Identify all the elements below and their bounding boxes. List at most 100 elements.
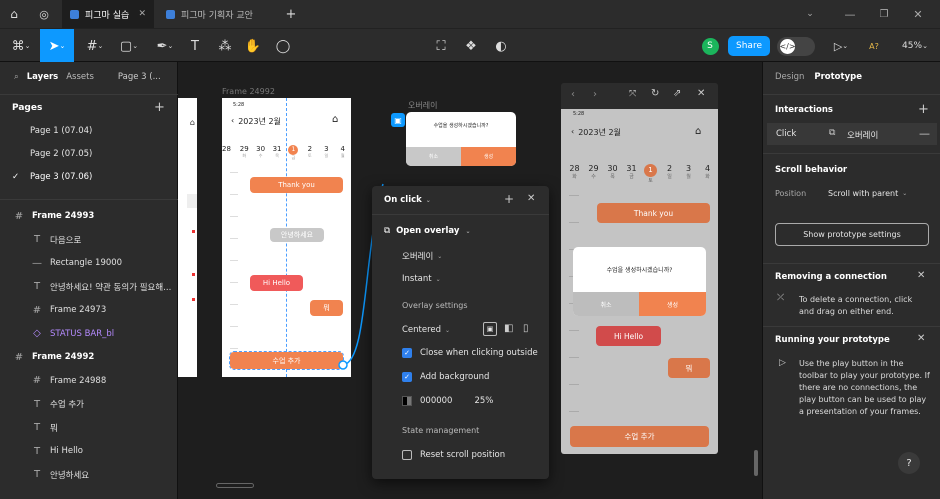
- reset-scroll-option[interactable]: Reset scroll position: [402, 450, 505, 460]
- overlay-dialog[interactable]: 수업을 생성하시겠습니까? 취소 생성: [406, 112, 516, 166]
- align-center-icon[interactable]: ▣: [483, 322, 497, 336]
- tab-prototype[interactable]: Prototype: [814, 72, 862, 82]
- scroll-position-select[interactable]: Scroll with parent ⌄: [828, 189, 907, 198]
- forward-icon[interactable]: ›: [593, 89, 597, 100]
- back-icon[interactable]: ‹: [571, 89, 575, 100]
- close-icon[interactable]: ✕: [917, 270, 925, 281]
- close-window-icon[interactable]: ✕: [908, 0, 928, 28]
- minimize-icon[interactable]: —: [840, 0, 860, 28]
- layer-item[interactable]: T뭐: [0, 417, 178, 439]
- add-action-icon[interactable]: +: [504, 192, 514, 206]
- hi-hello-chip[interactable]: Hi Hello: [596, 326, 661, 346]
- close-icon[interactable]: ✕: [697, 88, 705, 99]
- destination-select[interactable]: 오버레이 ⌄: [402, 250, 442, 262]
- date-cell[interactable]: 30 수: [252, 145, 268, 161]
- layer-item[interactable]: # Frame 24988: [0, 370, 178, 392]
- date-cell[interactable]: 30 목: [603, 164, 622, 184]
- resources-icon[interactable]: ⁂: [214, 29, 236, 63]
- fit-icon[interactable]: ⤧: [629, 89, 636, 99]
- add-class-button[interactable]: 수업 추가: [570, 426, 709, 447]
- open-external-icon[interactable]: ⇗: [673, 88, 681, 99]
- rectangle-tool-icon[interactable]: ▢ ⌄: [114, 29, 144, 63]
- tab-figma-practice[interactable]: 피그마 실습 ✕: [62, 0, 154, 28]
- help-button[interactable]: ?: [898, 452, 920, 474]
- date-cell[interactable]: 31 금: [622, 164, 641, 184]
- date-cell[interactable]: 2토: [302, 145, 318, 161]
- crop-icon[interactable]: ⛶: [430, 29, 452, 63]
- avatar[interactable]: S: [700, 29, 720, 63]
- frame-label[interactable]: Frame 24992: [222, 87, 275, 96]
- layer-item[interactable]: # Frame 24973: [0, 299, 178, 321]
- layer-item[interactable]: T 다음으로: [0, 229, 178, 251]
- add-background-option[interactable]: ✓ Add background: [402, 372, 489, 382]
- date-cell[interactable]: 1금: [285, 145, 301, 161]
- tab-design[interactable]: Design: [775, 72, 804, 82]
- interaction-row[interactable]: Click ⧉ 오버레이 —: [767, 123, 937, 145]
- overlay-label[interactable]: 오버레이: [408, 100, 437, 111]
- overlay-dialog[interactable]: 수업을 생성하시겠습니까? 취소 생성: [573, 247, 706, 316]
- show-prototype-settings-button[interactable]: Show prototype settings: [775, 223, 929, 246]
- date-cell[interactable]: 28 화: [565, 164, 584, 184]
- date-cell[interactable]: 29 화: [236, 145, 252, 161]
- home-icon[interactable]: ⌂: [695, 126, 701, 137]
- pen-tool-icon[interactable]: ✒ ⌄: [150, 29, 180, 63]
- close-icon[interactable]: ✕: [917, 333, 925, 344]
- contrast-icon[interactable]: ◐: [490, 29, 512, 63]
- search-icon[interactable]: ⌕: [14, 72, 19, 82]
- present-icon[interactable]: ▷ ⌄: [828, 29, 854, 63]
- layer-item[interactable]: ◇ STATUS BAR_bl: [0, 323, 178, 345]
- layer-item[interactable]: # Frame 24992: [0, 346, 178, 368]
- layer-item[interactable]: T 안녕하세요: [0, 464, 178, 486]
- mwo-chip[interactable]: 뭐: [668, 358, 710, 378]
- chevron-left-icon[interactable]: ‹: [571, 127, 574, 138]
- close-icon[interactable]: ✕: [527, 193, 535, 204]
- create-button[interactable]: 생성: [639, 292, 706, 316]
- canvas[interactable]: ⌂ Frame 24992 5:28 ‹ 2023년 2월 ⌂ 28 29 화 30 수…: [178, 62, 762, 499]
- trigger-select[interactable]: On click ⌄: [384, 195, 431, 205]
- frame-24992[interactable]: 5:28 ‹ 2023년 2월 ⌂ 28 29 화 30 수 31 목 1 금 2 토 3 일 4 월 Th…: [222, 98, 351, 377]
- mobile-icon[interactable]: ▯: [523, 323, 529, 334]
- frame-tool-icon[interactable]: # ⌄: [80, 29, 110, 63]
- main-menu-icon[interactable]: ⌘ ⌄: [6, 29, 36, 63]
- checkbox-checked[interactable]: ✓: [402, 372, 412, 382]
- add-interaction-icon[interactable]: +: [918, 102, 929, 117]
- hi-hello-chip[interactable]: Hi Hello: [250, 275, 303, 291]
- layer-item[interactable]: T 안녕하세요! 약관 동의가 필요해...: [0, 276, 178, 298]
- page-select[interactable]: Page 3 (...: [118, 72, 161, 82]
- zoom-level[interactable]: 45% ⌄: [898, 29, 932, 63]
- layer-item[interactable]: T Hi Hello: [0, 440, 178, 462]
- layer-item[interactable]: # Frame 24993: [0, 205, 178, 227]
- color-hex[interactable]: 000000: [420, 396, 452, 406]
- date-cell[interactable]: 29 수: [584, 164, 603, 184]
- remove-interaction-icon[interactable]: —: [919, 127, 930, 140]
- close-icon[interactable]: ✕: [138, 9, 146, 19]
- date-cell[interactable]: 2일: [660, 164, 679, 184]
- new-tab-button[interactable]: +: [282, 0, 300, 28]
- thank-you-chip[interactable]: Thank you: [250, 177, 343, 193]
- date-cell[interactable]: 1토: [641, 164, 660, 184]
- tab-figma-planner[interactable]: 피그마 기획자 교안: [158, 0, 276, 28]
- preview-screen[interactable]: 5:28 ‹ 2023년 2월 ⌂ 28 화 29 수 30 목 31 금 1 토 2 일 3 월 4 화 Th…: [561, 109, 718, 454]
- home-icon[interactable]: ⌂: [4, 0, 24, 28]
- animation-select[interactable]: Instant ⌄: [402, 274, 441, 284]
- dev-mode-toggle[interactable]: </>: [775, 29, 817, 63]
- action-select[interactable]: ⧉ Open overlay ⌄: [384, 226, 470, 236]
- thank-you-chip[interactable]: Thank you: [597, 203, 710, 223]
- checkbox-checked[interactable]: ✓: [402, 348, 412, 358]
- date-cell[interactable]: 31 목: [269, 145, 285, 161]
- chevron-down-icon[interactable]: ⌄: [800, 0, 820, 28]
- hello-ko-chip[interactable]: 안녕하세요: [270, 228, 324, 242]
- horizontal-scrollbar[interactable]: [216, 483, 254, 488]
- component-icon[interactable]: ❖: [460, 29, 482, 63]
- close-outside-option[interactable]: ✓ Close when clicking outside: [402, 348, 538, 358]
- create-button[interactable]: 생성: [461, 147, 516, 166]
- hand-tool-icon[interactable]: ✋: [242, 29, 264, 63]
- layer-item[interactable]: — Rectangle 19000: [0, 252, 178, 274]
- opacity-value[interactable]: 25%: [474, 396, 493, 406]
- vertical-scrollbar[interactable]: [754, 450, 758, 476]
- move-tool-button[interactable]: ➤ ⌄: [40, 29, 74, 63]
- page-item-1[interactable]: Page 1 (07.04): [30, 126, 92, 136]
- date-cell[interactable]: 3일: [318, 145, 334, 161]
- font-warning-button[interactable]: A?: [864, 29, 884, 63]
- color-swatch[interactable]: [402, 396, 412, 406]
